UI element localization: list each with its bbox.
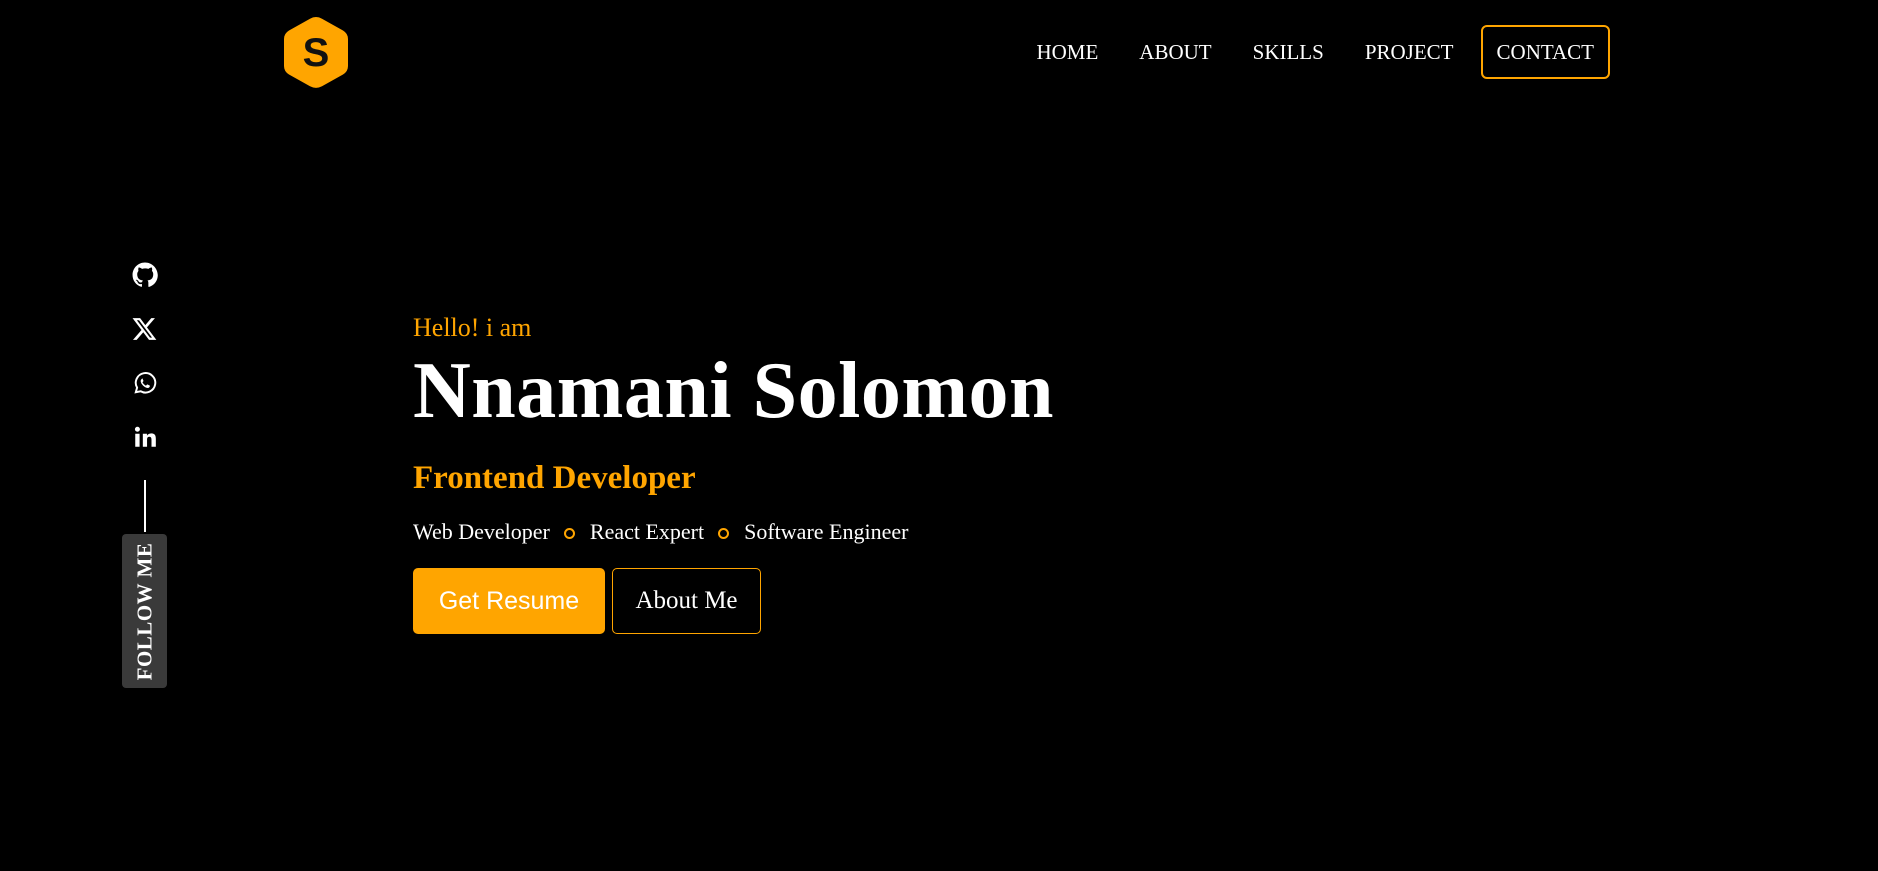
nav-home[interactable]: HOME (1036, 25, 1098, 79)
linkedin-icon[interactable] (132, 424, 158, 450)
nav-skills[interactable]: SKILLS (1253, 25, 1324, 79)
follow-me-label: FOLLOW ME (132, 542, 156, 680)
hero-role: Frontend Developer (413, 460, 696, 496)
hero-name: Nnamani Solomon (413, 347, 1054, 435)
whatsapp-icon[interactable] (132, 370, 158, 396)
social-sidebar: FOLLOW ME (122, 262, 167, 688)
hero-section: Hello! i am Nnamani Solomon Frontend Dev… (413, 312, 1054, 634)
tag-web-developer: Web Developer (413, 519, 550, 544)
nav-project[interactable]: PROJECT (1365, 25, 1454, 79)
hero-buttons: Get Resume About Me (413, 568, 1054, 634)
nav-contact-button[interactable]: CONTACT (1480, 25, 1610, 79)
get-resume-button[interactable]: Get Resume (413, 568, 605, 634)
hero-tags: Web Developer React Expert Software Engi… (413, 518, 1054, 546)
about-me-button[interactable]: About Me (612, 568, 761, 634)
dot-icon (563, 528, 575, 539)
tag-react-expert: React Expert (589, 519, 705, 544)
dot-icon (718, 528, 730, 539)
logo[interactable]: S (281, 14, 351, 91)
tag-software-engineer: Software Engineer (744, 519, 909, 544)
follow-me-tab: FOLLOW ME (122, 534, 167, 688)
logo-letter: S (303, 31, 330, 75)
social-divider (144, 480, 146, 532)
nav-about[interactable]: ABOUT (1139, 25, 1211, 79)
github-icon[interactable] (132, 262, 158, 288)
main-nav: HOME ABOUT SKILLS PROJECT CONTACT (995, 25, 1610, 79)
logo-hexagon-icon: S (284, 17, 348, 88)
hero-greeting: Hello! i am (413, 313, 532, 342)
x-twitter-icon[interactable] (132, 316, 158, 342)
